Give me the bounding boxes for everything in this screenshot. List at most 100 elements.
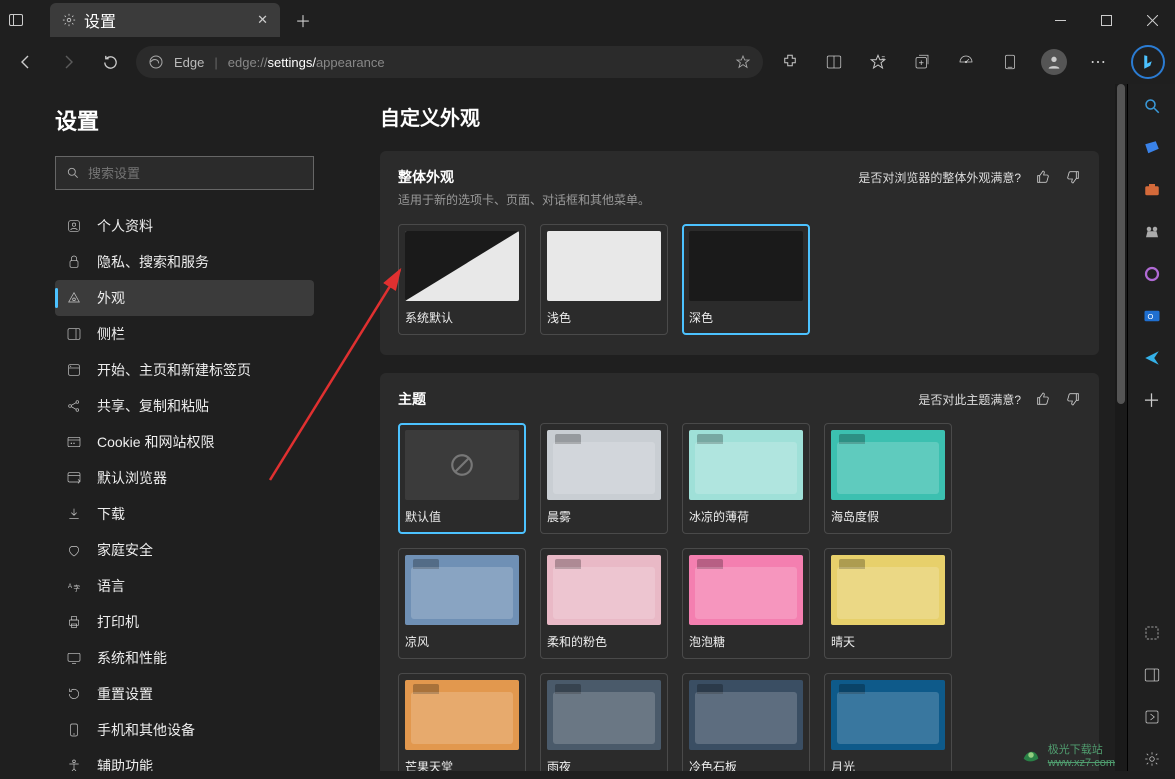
thumbs-down-button[interactable] (1065, 169, 1081, 185)
sidebar-item-14[interactable]: 手机和其他设备 (55, 712, 314, 748)
sidebar-item-5[interactable]: 共享、复制和粘贴 (55, 388, 314, 424)
appearance-option-0[interactable]: 系统默认 (398, 224, 526, 335)
theme-option-1-1[interactable]: 柔和的粉色 (540, 548, 668, 659)
sidebar-item-13[interactable]: 重置设置 (55, 676, 314, 712)
settings-search-input[interactable] (88, 166, 303, 181)
theme-feedback-q: 是否对此主题满意? (918, 391, 1021, 408)
sidebar-item-10[interactable]: A字语言 (55, 568, 314, 604)
svg-text:A: A (68, 584, 72, 590)
theme-option-0-1[interactable]: 晨雾 (540, 423, 668, 534)
maximize-button[interactable] (1083, 0, 1129, 40)
title-bar: 设置 ✕ ＋ (0, 0, 1175, 40)
theme-option-2-0[interactable]: 芒果天堂 (398, 673, 526, 771)
theme-option-0-3[interactable]: 海岛度假 (824, 423, 952, 534)
theme-preview (547, 680, 661, 750)
settings-search[interactable] (55, 156, 314, 190)
home-icon (65, 362, 83, 378)
thumbs-up-button[interactable] (1035, 391, 1051, 407)
reset-icon (65, 686, 83, 702)
close-window-button[interactable] (1129, 0, 1175, 40)
overall-feedback-q: 是否对浏览器的整体外观满意? (858, 169, 1021, 186)
extensions-button[interactable] (773, 45, 807, 79)
theme-preview (405, 680, 519, 750)
theme-label: 雨夜 (547, 758, 661, 771)
theme-option-1-3[interactable]: 晴天 (824, 548, 952, 659)
theme-preview (831, 680, 945, 750)
theme-option-1-0[interactable]: 凉风 (398, 548, 526, 659)
sidebar-item-9[interactable]: 家庭安全 (55, 532, 314, 568)
sidebar-item-7[interactable]: 默认浏览器 (55, 460, 314, 496)
search-sidebar-button[interactable] (1140, 94, 1164, 118)
theme-option-0-0[interactable]: 默认值 (398, 423, 526, 534)
sidebar-item-0[interactable]: 个人资料 (55, 208, 314, 244)
sidebar-item-15[interactable]: 辅助功能 (55, 748, 314, 771)
open-sidebar-button[interactable] (1140, 705, 1164, 729)
theme-option-1-2[interactable]: 泡泡糖 (682, 548, 810, 659)
screenshot-sidebar-button[interactable] (1140, 621, 1164, 645)
new-tab-button[interactable]: ＋ (288, 8, 318, 32)
address-bar[interactable]: Edge | edge://settings/appearance (136, 46, 763, 78)
scrollbar-thumb[interactable] (1117, 84, 1125, 404)
appearance-option-2[interactable]: 深色 (682, 224, 810, 335)
cookie-icon (65, 434, 83, 450)
favorites-button[interactable] (861, 45, 895, 79)
sidebar-item-label: 外观 (97, 288, 125, 308)
theme-option-2-1[interactable]: 雨夜 (540, 673, 668, 771)
outlook-sidebar-button[interactable]: O (1140, 304, 1164, 328)
scrollbar[interactable] (1115, 84, 1127, 771)
thumbs-down-button[interactable] (1065, 391, 1081, 407)
appearance-label: 系统默认 (405, 309, 519, 326)
theme-option-0-2[interactable]: 冰凉的薄荷 (682, 423, 810, 534)
sidebar-item-4[interactable]: 开始、主页和新建标签页 (55, 352, 314, 388)
sidebar-item-12[interactable]: 系统和性能 (55, 640, 314, 676)
shopping-sidebar-button[interactable] (1140, 136, 1164, 160)
back-button[interactable] (10, 46, 42, 78)
close-tab-button[interactable]: ✕ (257, 12, 268, 28)
appearance-option-1[interactable]: 浅色 (540, 224, 668, 335)
theme-preview (689, 555, 803, 625)
sidebar-item-label: 开始、主页和新建标签页 (97, 360, 251, 380)
tab-title: 设置 (84, 8, 116, 32)
overall-appearance-section: 整体外观 是否对浏览器的整体外观满意? 适用于新的选项卡、页面、对话框和其他菜单… (380, 151, 1099, 355)
sidebar-item-label: 打印机 (97, 612, 139, 632)
hide-sidebar-button[interactable] (1140, 663, 1164, 687)
thumbs-up-button[interactable] (1035, 169, 1051, 185)
sidebar-item-label: 辅助功能 (97, 756, 153, 771)
theme-option-2-2[interactable]: 冷色石板 (682, 673, 810, 771)
send-sidebar-button[interactable] (1140, 346, 1164, 370)
forward-button (52, 46, 84, 78)
refresh-button[interactable] (94, 46, 126, 78)
collections-button[interactable] (905, 45, 939, 79)
theme-label: 默认值 (405, 508, 519, 525)
profile-button[interactable] (1037, 45, 1071, 79)
sidebar-settings-button[interactable] (1140, 747, 1164, 771)
theme-label: 冷色石板 (689, 758, 803, 771)
system-icon (65, 650, 83, 666)
add-sidebar-button[interactable]: ＋ (1140, 388, 1164, 412)
games-sidebar-button[interactable] (1140, 220, 1164, 244)
tools-sidebar-button[interactable] (1140, 178, 1164, 202)
split-screen-button[interactable] (817, 45, 851, 79)
app-button[interactable] (993, 45, 1027, 79)
theme-label: 海岛度假 (831, 508, 945, 525)
sidebar-item-2[interactable]: 外观 (55, 280, 314, 316)
settings-sidebar: 设置 个人资料隐私、搜索和服务外观侧栏开始、主页和新建标签页共享、复制和粘贴Co… (0, 84, 340, 771)
sidebar-item-8[interactable]: 下载 (55, 496, 314, 532)
performance-button[interactable] (949, 45, 983, 79)
browser-tab[interactable]: 设置 ✕ (50, 3, 280, 37)
theme-preview (831, 430, 945, 500)
theme-option-2-3[interactable]: 月光 (824, 673, 952, 771)
appearance-label: 深色 (689, 309, 803, 326)
minimize-button[interactable] (1037, 0, 1083, 40)
overall-title: 整体外观 (398, 167, 454, 187)
sidebar-item-3[interactable]: 侧栏 (55, 316, 314, 352)
m365-sidebar-button[interactable] (1140, 262, 1164, 286)
sidebar-item-6[interactable]: Cookie 和网站权限 (55, 424, 314, 460)
sidebar-item-11[interactable]: 打印机 (55, 604, 314, 640)
bing-icon (1139, 53, 1157, 71)
bing-button[interactable] (1131, 45, 1165, 79)
favorite-star-button[interactable] (735, 54, 751, 70)
more-button[interactable]: ⋯ (1081, 45, 1115, 79)
tab-actions-button[interactable] (8, 12, 38, 28)
sidebar-item-1[interactable]: 隐私、搜索和服务 (55, 244, 314, 280)
